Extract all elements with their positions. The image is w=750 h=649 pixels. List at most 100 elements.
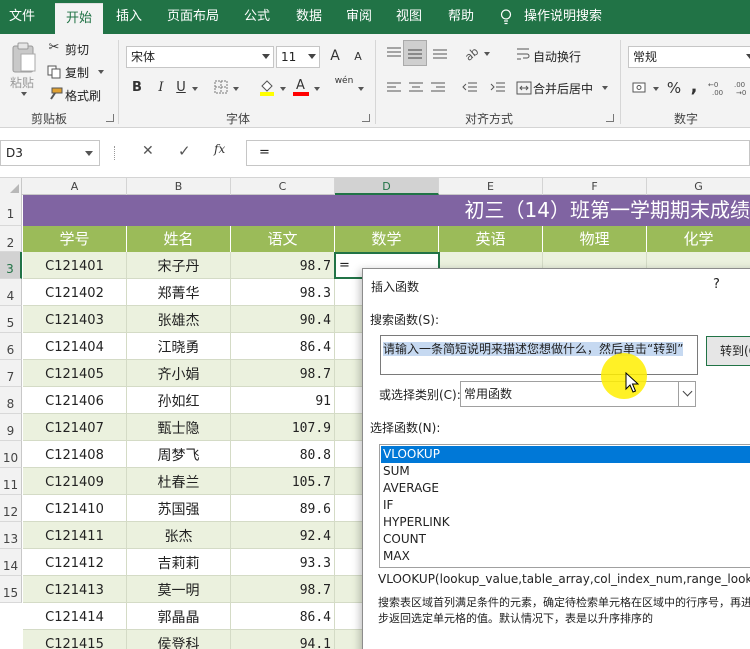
tab-data[interactable]: 数据 — [288, 0, 330, 34]
borders-icon[interactable] — [214, 80, 228, 94]
tab-insert[interactable]: 插入 — [108, 0, 150, 34]
cell-a15[interactable]: C121413 — [23, 576, 127, 603]
clipboard-launcher-icon[interactable] — [106, 114, 114, 122]
cell-c7[interactable]: 98.7 — [231, 360, 335, 387]
cell-c14[interactable]: 93.3 — [231, 549, 335, 576]
decrease-font-size-icon[interactable]: A — [352, 50, 364, 63]
column-header-a[interactable]: A — [23, 178, 127, 195]
tab-help[interactable]: 帮助 — [440, 0, 482, 34]
phonetic-guide-icon[interactable]: wén — [334, 76, 354, 86]
align-middle-button[interactable] — [403, 40, 427, 66]
font-size-combo[interactable]: 11 — [276, 46, 320, 68]
goto-button[interactable]: 转到(G) — [706, 336, 750, 366]
cell-c5[interactable]: 90.4 — [231, 306, 335, 333]
header-cell-b[interactable]: 姓名 — [127, 226, 231, 252]
align-left-icon[interactable] — [386, 81, 402, 95]
cell-b15[interactable]: 莫一明 — [127, 576, 231, 603]
function-item-max[interactable]: MAX — [381, 548, 750, 565]
cell-c9[interactable]: 107.9 — [231, 414, 335, 441]
font-color-icon[interactable]: A — [293, 78, 309, 96]
header-cell-g[interactable]: 化学 — [647, 226, 750, 252]
cell-b9[interactable]: 甄士隐 — [127, 414, 231, 441]
wrap-text-button[interactable]: 自动换行 — [533, 48, 581, 65]
cell-c11[interactable]: 105.7 — [231, 468, 335, 495]
row-header-6[interactable]: 6 — [0, 333, 22, 360]
scissors-icon[interactable]: ✂ — [46, 40, 62, 55]
cell-b7[interactable]: 齐小娟 — [127, 360, 231, 387]
percent-style-button[interactable]: % — [666, 79, 682, 97]
cell-c15[interactable]: 98.7 — [231, 576, 335, 603]
paste-dropdown-icon[interactable] — [21, 92, 27, 96]
cell-c6[interactable]: 86.4 — [231, 333, 335, 360]
column-header-c[interactable]: C — [231, 178, 335, 195]
cell-a13[interactable]: C121411 — [23, 522, 127, 549]
function-list[interactable]: VLOOKUP SUM AVERAGE IF HYPERLINK COUNT MAX — [379, 444, 750, 568]
align-center-icon[interactable] — [408, 81, 424, 95]
cell-a9[interactable]: C121407 — [23, 414, 127, 441]
number-format-combo[interactable]: 常规 — [628, 46, 750, 68]
header-cell-d[interactable]: 数学 — [335, 226, 439, 252]
increase-indent-icon[interactable] — [490, 81, 506, 95]
cell-a8[interactable]: C121406 — [23, 387, 127, 414]
cell-b13[interactable]: 张杰 — [127, 522, 231, 549]
alignment-launcher-icon[interactable] — [606, 114, 614, 122]
font-name-combo[interactable]: 宋体 — [126, 46, 274, 68]
increase-font-size-icon[interactable]: A — [328, 48, 342, 64]
tab-page-layout[interactable]: 页面布局 — [160, 0, 226, 34]
orientation-dropdown-icon[interactable] — [484, 52, 490, 56]
tab-view[interactable]: 视图 — [388, 0, 430, 34]
cell-a7[interactable]: C121405 — [23, 360, 127, 387]
merge-dropdown-icon[interactable] — [602, 86, 608, 90]
formula-bar-grip[interactable] — [114, 146, 116, 160]
function-item-count[interactable]: COUNT — [381, 531, 750, 548]
column-header-f[interactable]: F — [543, 178, 647, 195]
align-right-icon[interactable] — [430, 81, 446, 95]
cell-b6[interactable]: 江晓勇 — [127, 333, 231, 360]
cell-b3[interactable]: 宋子丹 — [127, 252, 231, 279]
decrease-indent-icon[interactable] — [462, 81, 478, 95]
phonetic-dropdown-icon[interactable] — [358, 87, 364, 91]
cell-b5[interactable]: 张雄杰 — [127, 306, 231, 333]
name-box[interactable]: D3 — [0, 140, 100, 166]
cell-b8[interactable]: 孙如红 — [127, 387, 231, 414]
column-header-d[interactable]: D — [335, 178, 439, 195]
cell-a17[interactable]: C121415 — [23, 630, 127, 649]
underline-dropdown-icon[interactable] — [192, 87, 198, 91]
cell-b14[interactable]: 吉莉莉 — [127, 549, 231, 576]
select-all-button[interactable] — [0, 178, 22, 195]
comma-style-button[interactable]: , — [688, 76, 700, 97]
cell-c12[interactable]: 89.6 — [231, 495, 335, 522]
cell-a11[interactable]: C121409 — [23, 468, 127, 495]
cell-a14[interactable]: C121412 — [23, 549, 127, 576]
row-header-11[interactable]: 11 — [0, 468, 22, 495]
paste-button-label[interactable]: 粘贴 — [10, 74, 34, 91]
underline-button[interactable]: U — [174, 80, 188, 95]
formula-input[interactable]: = — [246, 140, 750, 166]
merge-center-icon[interactable] — [516, 80, 532, 96]
cell-c13[interactable]: 92.4 — [231, 522, 335, 549]
row-header-2[interactable]: 2 — [0, 226, 22, 252]
column-header-b[interactable]: B — [127, 178, 231, 195]
font-launcher-icon[interactable] — [362, 114, 370, 122]
format-painter-icon[interactable] — [47, 87, 63, 101]
orientation-icon[interactable]: ab — [462, 44, 480, 62]
row-header-3[interactable]: 3 — [0, 252, 22, 279]
header-cell-a[interactable]: 学号 — [23, 226, 127, 252]
cell-c3[interactable]: 98.7 — [231, 252, 335, 279]
cell-a3[interactable]: C121401 — [23, 252, 127, 279]
cell-b10[interactable]: 周梦飞 — [127, 441, 231, 468]
row-header-1[interactable]: 1 — [0, 195, 22, 226]
cancel-icon[interactable]: ✕ — [142, 143, 154, 159]
font-color-dropdown-icon[interactable] — [314, 87, 320, 91]
row-header-10[interactable]: 10 — [0, 441, 22, 468]
column-header-e[interactable]: E — [439, 178, 543, 195]
cell-b12[interactable]: 苏国强 — [127, 495, 231, 522]
search-function-input[interactable]: 请输入一条简短说明来描述您想做什么，然后单击“转到” — [380, 335, 698, 375]
cell-c16[interactable]: 86.4 — [231, 603, 335, 630]
bold-button[interactable]: B — [130, 80, 144, 95]
copy-dropdown-icon[interactable] — [98, 70, 104, 74]
tab-review[interactable]: 审阅 — [338, 0, 380, 34]
italic-button[interactable]: I — [154, 80, 168, 95]
sheet-title-cell[interactable]: 初三（14）班第一学期期末成绩 — [23, 195, 750, 226]
cut-button[interactable]: 剪切 — [65, 41, 89, 58]
